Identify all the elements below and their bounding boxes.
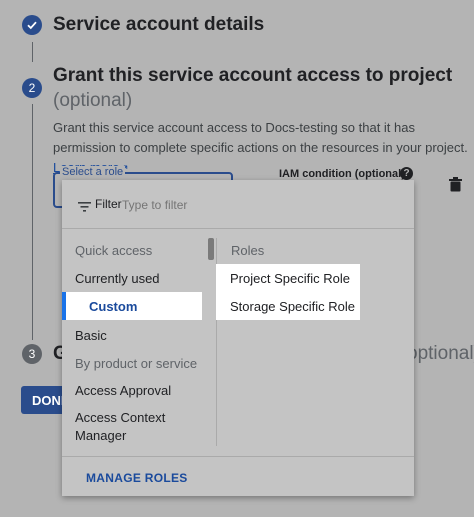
roles-header: Roles (231, 243, 265, 258)
step-complete-icon (22, 15, 42, 35)
by-product-header: By product or service (75, 356, 198, 371)
description-text: Grant this service account access to Doc… (53, 120, 468, 155)
step3-number: 3 (22, 344, 42, 364)
category-currently-used[interactable]: Currently used (75, 271, 160, 286)
role-dropdown-menu: Filter Quick access Currently used Custo… (62, 180, 414, 496)
step2-number: 2 (22, 78, 42, 98)
role-storage-specific[interactable]: Storage Specific Role (216, 292, 360, 320)
delete-icon[interactable] (449, 177, 462, 197)
menu-footer-divider (62, 456, 414, 457)
quick-access-header: Quick access (75, 243, 153, 258)
category-custom-selected[interactable]: Custom (62, 292, 202, 320)
filter-icon (78, 199, 91, 217)
step2-title: Grant this service account access to pro… (53, 65, 453, 86)
iam-condition-label: IAM condition (optional) (279, 168, 405, 180)
step-connector (32, 42, 33, 62)
step-connector (32, 104, 33, 340)
selected-indicator (62, 292, 66, 320)
category-basic[interactable]: Basic (75, 328, 107, 343)
filter-label: Filter (95, 197, 122, 211)
step1-title: Service account details (53, 14, 265, 35)
role-project-specific[interactable]: Project Specific Role (216, 264, 360, 292)
role-project-specific-label: Project Specific Role (230, 270, 350, 286)
manage-roles-button[interactable]: MANAGE ROLES (86, 471, 188, 485)
category-access-approval[interactable]: Access Approval (75, 383, 171, 398)
help-icon[interactable]: ? (400, 167, 413, 180)
role-storage-specific-label: Storage Specific Role (230, 298, 356, 314)
filter-divider (62, 228, 414, 229)
category-custom: Custom (89, 299, 138, 314)
filter-input[interactable] (120, 194, 384, 216)
category-access-context-manager[interactable]: Access Context Manager (75, 409, 185, 445)
role-field-label: Select a role (60, 166, 126, 178)
step2-subtitle: (optional) (53, 90, 133, 111)
category-scrollbar[interactable] (208, 238, 214, 260)
step3-title-end: optional) (407, 343, 474, 364)
